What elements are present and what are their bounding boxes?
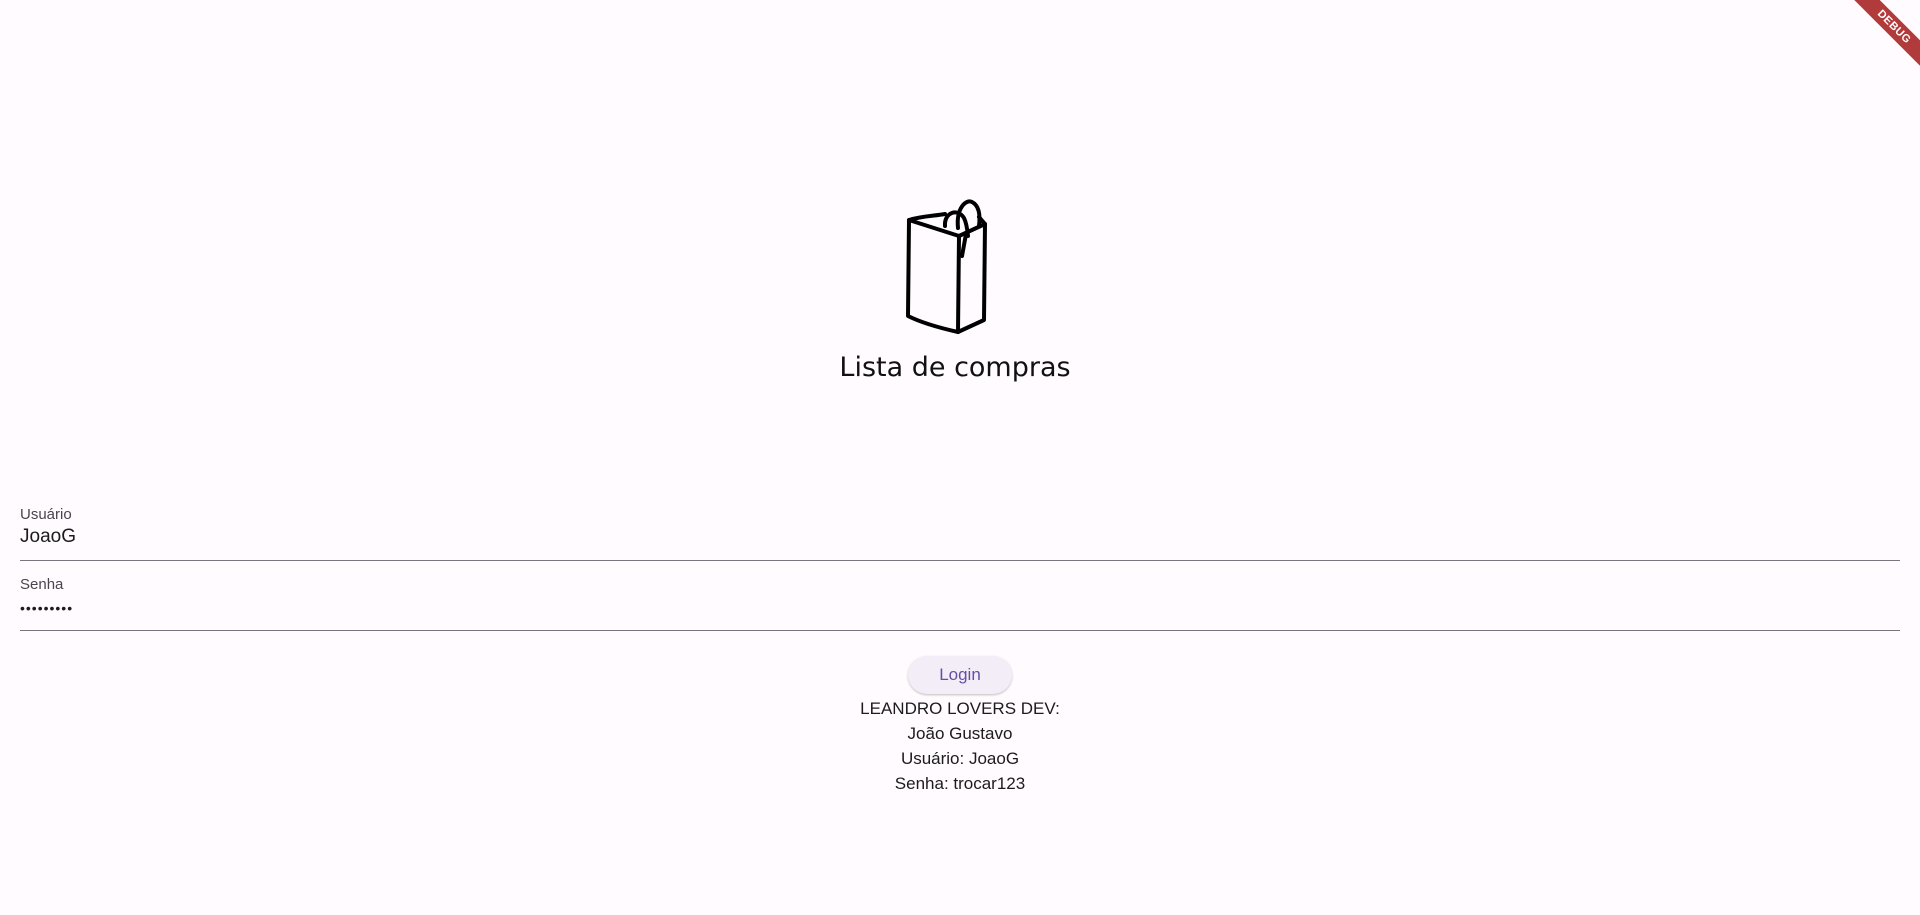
page-title: Lista de compras (839, 352, 1071, 383)
info-line-name: João Gustavo (907, 724, 1013, 743)
info-line-team: LEANDRO LOVERS DEV: (860, 699, 1060, 718)
debug-banner: DEBUG (1840, 0, 1920, 80)
password-label: Senha (20, 576, 64, 593)
credentials-info: LEANDRO LOVERS DEV: João Gustavo Usuário… (0, 696, 1920, 796)
username-field[interactable]: Usuário (20, 502, 1900, 561)
login-button[interactable]: Login (908, 656, 1012, 694)
username-input[interactable] (20, 526, 1900, 548)
debug-banner-label: DEBUG (1845, 0, 1920, 76)
shopping-bag-icon (906, 199, 987, 334)
password-field[interactable]: Senha ••••••••• (20, 572, 1900, 631)
username-label: Usuário (20, 506, 72, 523)
info-line-password: Senha: trocar123 (894, 774, 1026, 793)
info-line-user: Usuário: JoaoG (900, 749, 1020, 768)
password-input[interactable]: ••••••••• (20, 600, 1900, 616)
login-screen: DEBUG Lista de compras Usuário Senha •••… (0, 0, 1920, 915)
